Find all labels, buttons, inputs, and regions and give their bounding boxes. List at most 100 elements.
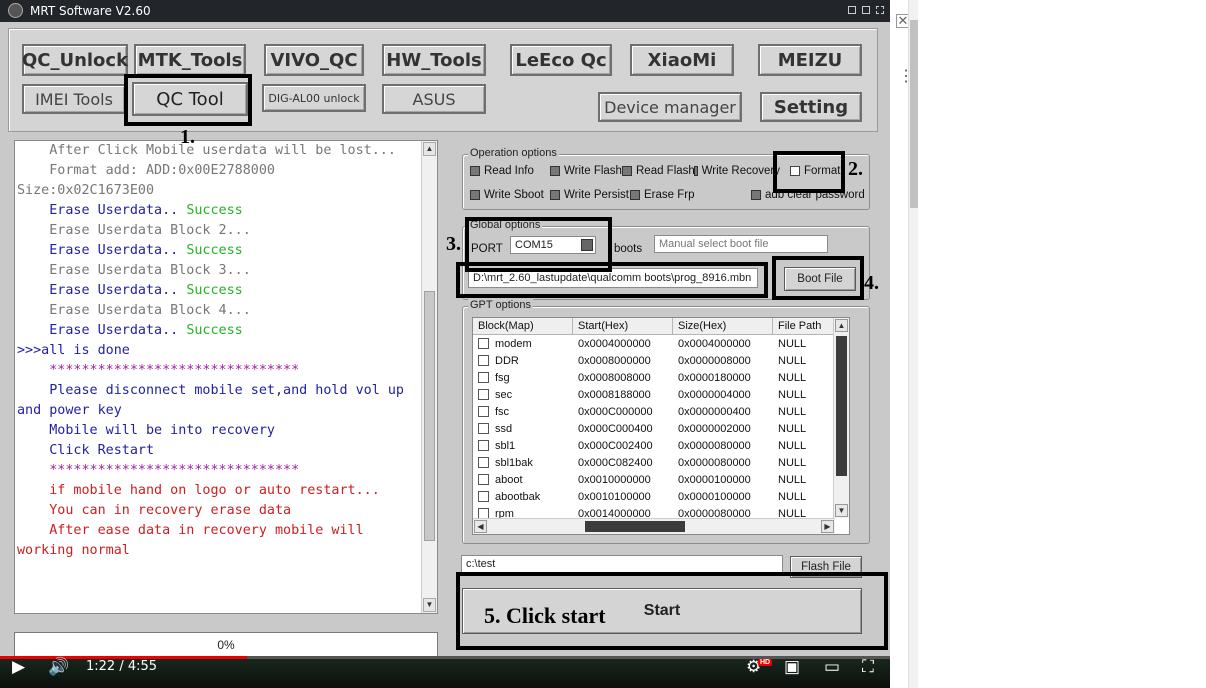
row-checkbox[interactable]	[478, 355, 489, 366]
dig-al00-unlock-button[interactable]: DIG-AL00 unlock	[262, 84, 366, 112]
play-icon[interactable]: ▶	[12, 657, 25, 677]
write-flash-checkbox[interactable]: Write Flash	[550, 165, 622, 177]
checkbox-icon	[550, 166, 560, 176]
log-line: Erase Userdata Block 2...	[15, 221, 437, 241]
gpt-hscroll-thumb[interactable]	[585, 521, 685, 532]
table-row[interactable]: modem 0x0004000000 0x0004000000 NULL	[473, 336, 835, 353]
log-text: Erase Userdata..	[17, 323, 187, 338]
log-lines: After Click Mobile userdata will be lost…	[15, 141, 437, 561]
table-row[interactable]: DDR 0x0008000000 0x0000008000 NULL	[473, 353, 835, 370]
scroll-up-icon[interactable]: ▲	[423, 142, 436, 156]
table-row[interactable]: ssd 0x000C000400 0x0000002000 NULL	[473, 421, 835, 438]
minimize-button[interactable]	[848, 6, 856, 14]
gpt-vertical-scrollbar[interactable]: ▲ ▼	[833, 318, 849, 518]
table-cell: 0x0004000000	[678, 338, 751, 350]
leeco-qc-button[interactable]: LeEco Qc	[510, 44, 612, 76]
annotation-label-2: 2.	[848, 158, 863, 180]
log-status: Success	[186, 283, 243, 298]
table-cell: 0x000C082400	[578, 457, 653, 469]
gpt-table[interactable]: Block(Map) Start(Hex) Size(Hex) File Pat…	[472, 317, 850, 535]
log-line: *******************************	[15, 361, 437, 381]
setting-button[interactable]: Setting	[760, 92, 862, 122]
row-checkbox[interactable]	[478, 457, 489, 468]
gpt-horizontal-scrollbar[interactable]: ◀ ▶	[473, 518, 835, 534]
scroll-left-icon[interactable]: ◀	[474, 520, 487, 533]
flash-path-field[interactable]: c:\test	[461, 555, 783, 573]
read-info-checkbox[interactable]: Read Info	[470, 165, 534, 177]
table-row[interactable]: abootbak 0x0010100000 0x0000100000 NULL	[473, 489, 835, 506]
log-text: and power key	[17, 403, 122, 418]
fullscreen-icon[interactable]: ⛶	[862, 657, 874, 677]
table-row[interactable]: sbl1bak 0x000C082400 0x0000080000 NULL	[473, 455, 835, 472]
video-controls: ▶ 🔊 1:22 / 4:55 ⚙ HD ▣ ▭ ⛶	[0, 656, 890, 688]
imei-tools-button[interactable]: IMEI Tools	[22, 84, 126, 114]
log-scroll-thumb[interactable]	[424, 291, 435, 541]
annotation-box-4	[772, 256, 864, 300]
log-text: if mobile hand on logo or auto restart..…	[17, 483, 380, 498]
table-cell: abootbak	[495, 491, 541, 503]
boot-file-select[interactable]: Manual select boot file	[654, 235, 828, 253]
qc-unlock-button[interactable]: QC_Unlock	[22, 44, 128, 76]
table-row[interactable]: fsc 0x000C000000 0x0000000400 NULL	[473, 404, 835, 421]
meizu-button[interactable]: MEIZU	[758, 44, 862, 76]
device-manager-button[interactable]: Device manager	[598, 92, 742, 122]
log-text: Erase Userdata Block 2...	[17, 223, 251, 238]
theater-mode-icon[interactable]: ▭	[824, 657, 840, 677]
progress-label: 0%	[217, 638, 235, 652]
row-checkbox[interactable]	[478, 338, 489, 349]
page-scrollbar[interactable]	[908, 0, 918, 688]
vivo-qc-button[interactable]: VIVO_QC	[264, 44, 364, 76]
app-logo-icon	[8, 3, 23, 18]
log-scrollbar[interactable]: ▲ ▼	[421, 141, 437, 613]
volume-icon[interactable]: 🔊	[48, 657, 69, 677]
log-line: *******************************	[15, 461, 437, 481]
row-checkbox[interactable]	[478, 491, 489, 502]
log-text: *******************************	[17, 463, 300, 478]
read-flash-label: Read Flash	[636, 165, 695, 177]
column-header-start[interactable]: Start(Hex)	[573, 318, 673, 335]
close-button[interactable]	[876, 6, 884, 14]
scroll-down-icon[interactable]: ▼	[423, 598, 436, 612]
video-frame[interactable]: MRT Software V2.60 QC_Unlock MTK_Tools V…	[0, 0, 890, 688]
maximize-button[interactable]	[862, 6, 870, 14]
page-scroll-thumb[interactable]	[910, 20, 918, 208]
erase-frp-label: Erase Frp	[644, 189, 695, 201]
table-cell: NULL	[778, 457, 807, 469]
table-row[interactable]: aboot 0x0010000000 0x0000100000 NULL	[473, 472, 835, 489]
write-persist-checkbox[interactable]: Write Persist	[550, 189, 629, 201]
log-line: After ease data in recovery mobile will	[15, 521, 437, 541]
mtk-tools-button[interactable]: MTK_Tools	[134, 44, 246, 76]
column-header-file-path[interactable]: File Path	[773, 318, 835, 335]
row-checkbox[interactable]	[478, 423, 489, 434]
log-status: Success	[186, 203, 243, 218]
gpt-vscroll-thumb[interactable]	[836, 336, 847, 476]
checkbox-icon	[630, 190, 640, 200]
write-recovery-checkbox[interactable]: Write Recovery	[694, 165, 780, 177]
miniplayer-icon[interactable]: ▣	[784, 657, 800, 677]
asus-button[interactable]: ASUS	[382, 84, 486, 114]
log-output[interactable]: After Click Mobile userdata will be lost…	[14, 140, 438, 614]
row-checkbox[interactable]	[478, 389, 489, 400]
column-header-size[interactable]: Size(Hex)	[673, 318, 773, 335]
hw-tools-button[interactable]: HW_Tools	[382, 44, 486, 76]
table-cell: 0x000C002400	[578, 440, 653, 452]
row-checkbox[interactable]	[478, 406, 489, 417]
table-row[interactable]: sec 0x0008188000 0x0000004000 NULL	[473, 387, 835, 404]
log-line: Erase Userdata.. Success	[15, 281, 437, 301]
checkbox-icon	[470, 166, 480, 176]
log-line: Erase Userdata.. Success	[15, 321, 437, 341]
scroll-right-icon[interactable]: ▶	[821, 520, 834, 533]
row-checkbox[interactable]	[478, 474, 489, 485]
read-info-label: Read Info	[484, 165, 534, 177]
xiaomi-button[interactable]: XiaoMi	[630, 44, 734, 76]
table-row[interactable]: sbl1 0x000C002400 0x0000080000 NULL	[473, 438, 835, 455]
row-checkbox[interactable]	[478, 372, 489, 383]
table-row[interactable]: fsg 0x0008008000 0x0000180000 NULL	[473, 370, 835, 387]
erase-frp-checkbox[interactable]: Erase Frp	[630, 189, 695, 201]
scroll-down-icon[interactable]: ▼	[835, 504, 848, 517]
scroll-up-icon[interactable]: ▲	[835, 319, 848, 332]
read-flash-checkbox[interactable]: Read Flash	[622, 165, 695, 177]
write-sboot-checkbox[interactable]: Write Sboot	[470, 189, 544, 201]
column-header-block[interactable]: Block(Map)	[473, 318, 573, 335]
row-checkbox[interactable]	[478, 440, 489, 451]
